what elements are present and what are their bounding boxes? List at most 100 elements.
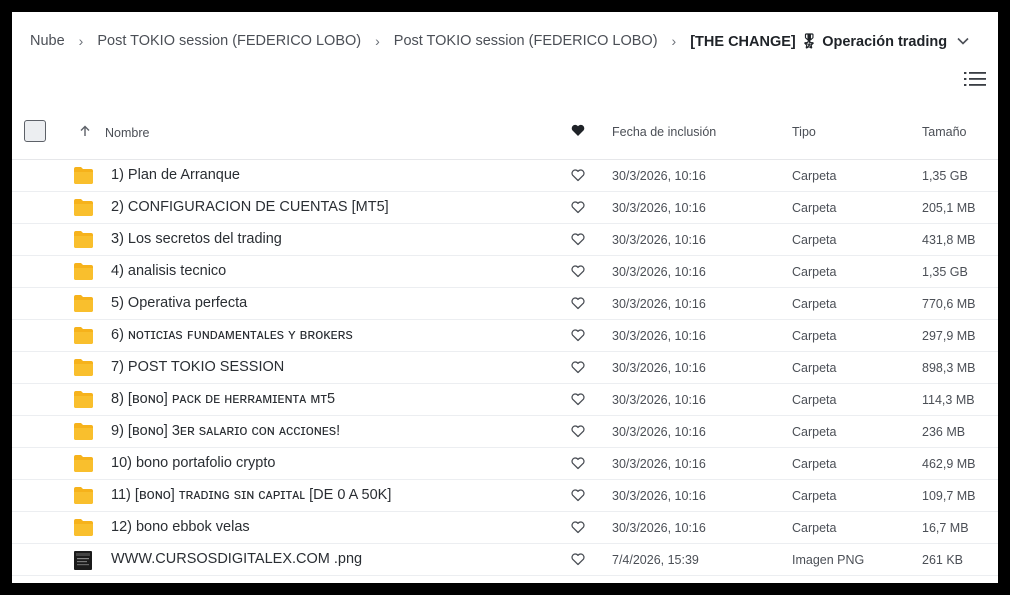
item-size: 297,9 MB <box>922 329 976 343</box>
folder-icon <box>74 519 93 536</box>
item-size: 1,35 GB <box>922 265 968 279</box>
column-header-name[interactable]: Nombre <box>105 126 149 140</box>
item-size: 261 KB <box>922 553 964 567</box>
item-type: Carpeta <box>792 489 837 503</box>
item-name[interactable]: 11) [ʙᴏɴᴏ] ᴛʀᴀᴅɪɴɢ sɪɴ ᴄᴀᴘɪᴛᴀʟ [DE 0 A 5… <box>111 487 391 503</box>
item-size: 770,6 MB <box>922 297 976 311</box>
item-name[interactable]: 7) POST TOKIO SESSION <box>111 359 284 375</box>
item-name[interactable]: 12) bono ebbok velas <box>111 519 250 535</box>
favorite-heart-outline-icon[interactable] <box>571 489 585 502</box>
favorite-heart-outline-icon[interactable] <box>571 361 585 374</box>
item-type: Carpeta <box>792 233 837 247</box>
list-item[interactable]: 11) [ʙᴏɴᴏ] ᴛʀᴀᴅɪɴɢ sɪɴ ᴄᴀᴘɪᴛᴀʟ [DE 0 A 5… <box>12 480 998 512</box>
item-type: Carpeta <box>792 361 837 375</box>
item-date: 30/3/2026, 10:16 <box>612 457 706 471</box>
chevron-right-icon: › <box>78 33 84 49</box>
column-header-date[interactable]: Fecha de inclusión <box>612 125 716 139</box>
list-item[interactable]: WWW.CURSOSDIGITALEX.COM .png 7/4/2026, 15… <box>12 544 998 576</box>
item-type: Carpeta <box>792 297 837 311</box>
folder-icon <box>74 487 93 504</box>
breadcrumb: Nube › Post TOKIO session (FEDERICO LOBO… <box>30 30 969 52</box>
list-item[interactable]: 2) CONFIGURACION DE CUENTAS [MT5] 30/3/20… <box>12 192 998 224</box>
favorite-heart-outline-icon[interactable] <box>571 521 585 534</box>
item-date: 30/3/2026, 10:16 <box>612 201 706 215</box>
item-type: Carpeta <box>792 265 837 279</box>
select-all-checkbox[interactable] <box>24 120 46 142</box>
image-file-icon <box>74 551 93 570</box>
folder-icon <box>74 455 93 472</box>
item-name[interactable]: 5) Operativa perfecta <box>111 295 247 311</box>
item-name[interactable]: 4) analisis tecnico <box>111 263 226 279</box>
chevron-right-icon: › <box>375 33 380 49</box>
folder-icon <box>74 327 93 344</box>
list-item[interactable]: 12) bono ebbok velas 30/3/2026, 10:16 Carp… <box>12 512 998 544</box>
list-item[interactable]: 4) analisis tecnico 30/3/2026, 10:16 Carpe… <box>12 256 998 288</box>
chevron-right-icon: › <box>671 33 677 49</box>
list-item[interactable]: 6) ɴᴏᴛɪᴄɪᴀs ꜰᴜɴᴅᴀᴍᴇɴᴛᴀʟᴇs ʏ ʙʀᴏᴋᴇʀs 30/3/… <box>12 320 998 352</box>
list-item[interactable]: 10) bono portafolio crypto 30/3/2026, 10:… <box>12 448 998 480</box>
folder-icon <box>74 359 93 376</box>
item-date: 30/3/2026, 10:16 <box>612 425 706 439</box>
breadcrumb-item-post-tokio-1[interactable]: Post TOKIO session (FEDERICO LOBO) <box>97 33 361 49</box>
favorite-heart-outline-icon[interactable] <box>571 553 585 566</box>
favorite-heart-outline-icon[interactable] <box>571 393 585 406</box>
favorite-heart-icon[interactable] <box>571 124 585 140</box>
item-date: 30/3/2026, 10:16 <box>612 361 706 375</box>
list-item[interactable]: 9) [ʙᴏɴᴏ] 3ᴇʀ sᴀʟᴀʀɪᴏ ᴄᴏɴ ᴀᴄᴄɪᴏɴᴇs! 30/3/… <box>12 416 998 448</box>
chevron-down-icon[interactable] <box>957 37 969 45</box>
item-type: Carpeta <box>792 457 837 471</box>
item-size: 462,9 MB <box>922 457 976 471</box>
favorite-heart-outline-icon[interactable] <box>571 297 585 310</box>
item-name[interactable]: 9) [ʙᴏɴᴏ] 3ᴇʀ sᴀʟᴀʀɪᴏ ᴄᴏɴ ᴀᴄᴄɪᴏɴᴇs! <box>111 423 340 439</box>
item-type: Carpeta <box>792 201 837 215</box>
list-item[interactable]: 1) Plan de Arranque 30/3/2026, 10:16 Carpe… <box>12 160 998 192</box>
list-item[interactable]: 3) Los secretos del trading 30/3/2026, 10… <box>12 224 998 256</box>
item-date: 30/3/2026, 10:16 <box>612 265 706 279</box>
list-view-icon[interactable] <box>964 70 986 88</box>
favorite-heart-outline-icon[interactable] <box>571 169 585 182</box>
file-list: 1) Plan de Arranque 30/3/2026, 10:16 Carpe… <box>12 160 998 576</box>
list-item[interactable]: 8) [ʙᴏɴᴏ] ᴘᴀᴄᴋ ᴅᴇ ʜᴇʀʀᴀᴍɪᴇɴᴛᴀ ᴍᴛ5 30/3/20… <box>12 384 998 416</box>
item-size: 109,7 MB <box>922 489 976 503</box>
item-date: 7/4/2026, 15:39 <box>612 553 699 567</box>
item-date: 30/3/2026, 10:16 <box>612 393 706 407</box>
list-item[interactable]: 5) Operativa perfecta 30/3/2026, 10:16 Car… <box>12 288 998 320</box>
favorite-heart-outline-icon[interactable] <box>571 265 585 278</box>
favorite-heart-outline-icon[interactable] <box>571 329 585 342</box>
folder-icon <box>74 391 93 408</box>
item-name[interactable]: 1) Plan de Arranque <box>111 167 240 183</box>
file-browser-panel: Nube › Post TOKIO session (FEDERICO LOBO… <box>12 12 998 583</box>
folder-icon <box>74 167 93 184</box>
favorite-heart-outline-icon[interactable] <box>571 425 585 438</box>
item-type: Carpeta <box>792 329 837 343</box>
favorite-heart-outline-icon[interactable] <box>571 201 585 214</box>
item-name[interactable]: 8) [ʙᴏɴᴏ] ᴘᴀᴄᴋ ᴅᴇ ʜᴇʀʀᴀᴍɪᴇɴᴛᴀ ᴍᴛ5 <box>111 391 335 407</box>
folder-icon <box>74 263 93 280</box>
favorite-heart-outline-icon[interactable] <box>571 457 585 470</box>
breadcrumb-item-nube[interactable]: Nube <box>30 33 65 49</box>
list-item[interactable]: 7) POST TOKIO SESSION 30/3/2026, 10:16 Car… <box>12 352 998 384</box>
item-size: 16,7 MB <box>922 521 969 535</box>
column-header-type[interactable]: Tipo <box>792 125 816 139</box>
favorite-heart-outline-icon[interactable] <box>571 233 585 246</box>
folder-icon <box>74 295 93 312</box>
item-size: 114,3 MB <box>922 393 975 407</box>
column-header-size[interactable]: Tamaño <box>922 125 966 139</box>
item-name[interactable]: WWW.CURSOSDIGITALEX.COM .png <box>111 551 362 567</box>
item-name[interactable]: 6) ɴᴏᴛɪᴄɪᴀs ꜰᴜɴᴅᴀᴍᴇɴᴛᴀʟᴇs ʏ ʙʀᴏᴋᴇʀs <box>111 327 353 343</box>
item-size: 431,8 MB <box>922 233 976 247</box>
sort-arrow-up-icon[interactable] <box>79 125 91 140</box>
item-size: 236 MB <box>922 425 966 439</box>
item-type: Carpeta <box>792 393 837 407</box>
item-type: Carpeta <box>792 521 837 535</box>
item-name[interactable]: 10) bono portafolio crypto <box>111 455 275 471</box>
breadcrumb-current[interactable]: [THE CHANGE] 🎖 Operación trading <box>690 33 947 50</box>
item-type: Imagen PNG <box>792 553 865 567</box>
item-size: 898,3 MB <box>922 361 976 375</box>
item-name[interactable]: 3) Los secretos del trading <box>111 231 282 247</box>
folder-icon <box>74 231 93 248</box>
folder-icon <box>74 199 93 216</box>
item-size: 205,1 MB <box>922 201 976 215</box>
breadcrumb-item-post-tokio-2[interactable]: Post TOKIO session (FEDERICO LOBO) <box>394 33 658 49</box>
item-name[interactable]: 2) CONFIGURACION DE CUENTAS [MT5] <box>111 199 389 215</box>
